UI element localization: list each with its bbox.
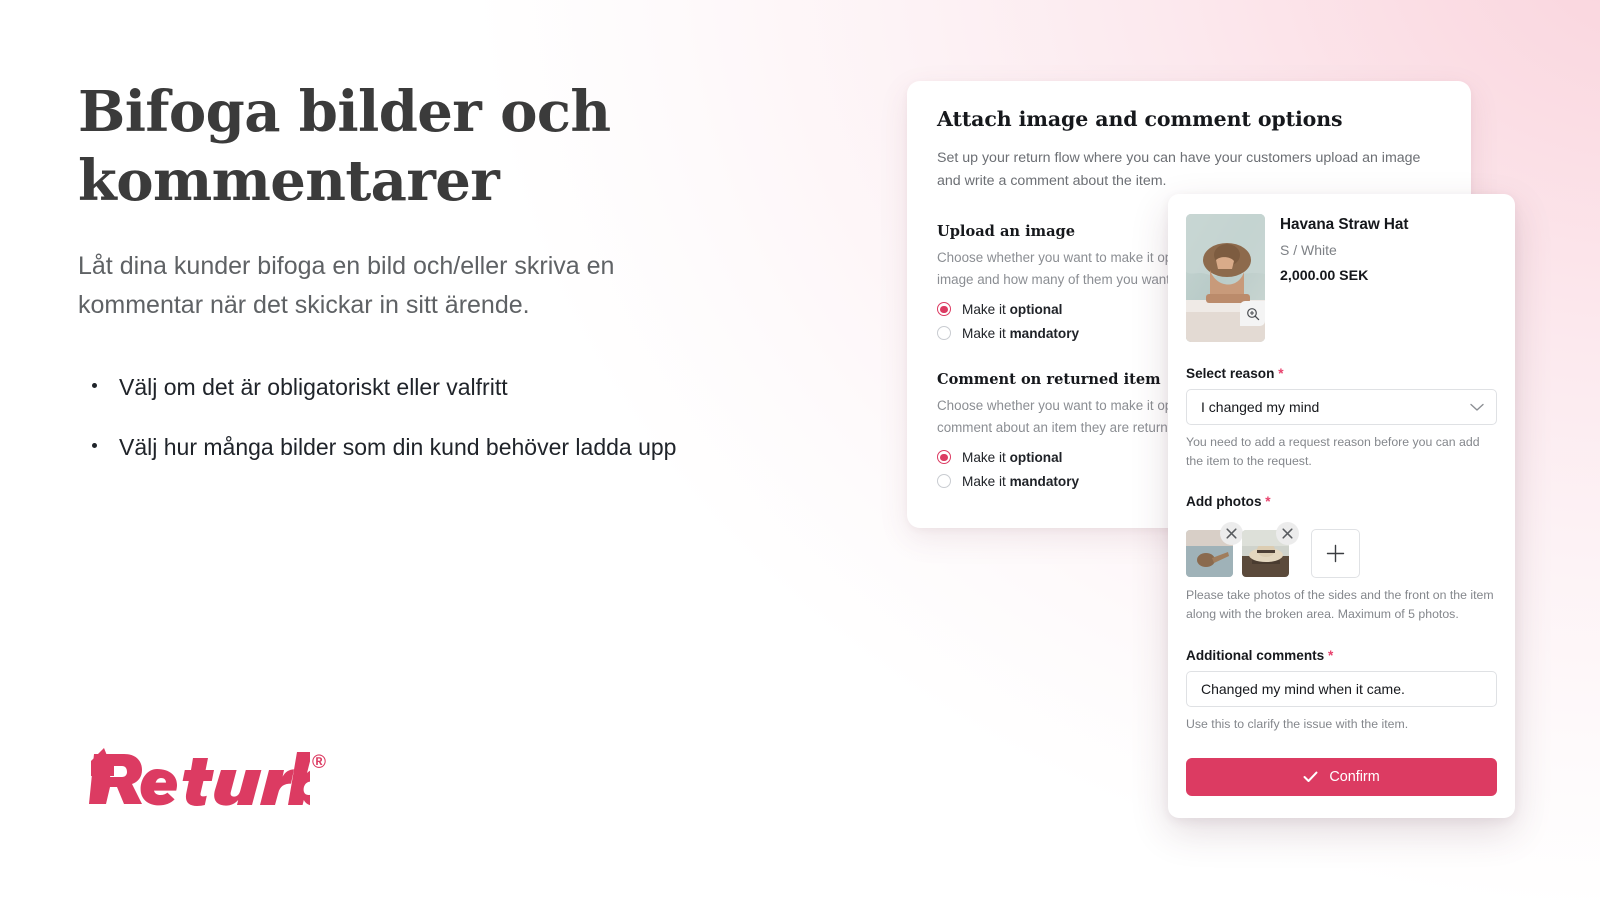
list-item-label: Välj om det är obligatoriskt eller valfr… [119, 373, 508, 400]
additional-comments-value: Changed my mind when it came. [1201, 680, 1405, 697]
radio-option-label: Make it optional [962, 301, 1063, 317]
select-reason-block: Select reason * I changed my mind You ne… [1186, 366, 1497, 470]
add-photos-help: Please take photos of the sides and the … [1186, 588, 1494, 622]
returbo-wordmark-icon [89, 748, 310, 806]
add-photos-block: Add photos * Please take photos of the s… [1186, 494, 1497, 623]
close-icon[interactable] [1220, 522, 1243, 546]
page-background: Bifoga bilder och kommentarer Låt dina k… [0, 0, 1600, 900]
radio-dot-icon[interactable] [937, 302, 951, 317]
radio-dot-icon[interactable] [937, 326, 951, 341]
product-summary: Havana Straw Hat S / White 2,000.00 SEK [1186, 214, 1497, 342]
photo-thumbnail-row [1186, 522, 1497, 579]
additional-comments-label: Additional comments * [1186, 647, 1334, 663]
hero-section: Bifoga bilder och kommentarer Låt dina k… [78, 78, 778, 489]
product-variant: S / White [1280, 242, 1337, 258]
plus-icon [1326, 545, 1345, 563]
page-subtitle: Låt dina kunder bifoga en bild och/eller… [78, 251, 615, 320]
confirm-button-label: Confirm [1329, 769, 1380, 786]
radio-dot-icon[interactable] [937, 450, 951, 465]
radio-dot-icon[interactable] [937, 474, 951, 489]
list-item: Välj hur många bilder som din kund behöv… [78, 428, 738, 468]
add-photos-label: Add photos * [1186, 494, 1271, 510]
select-reason-value: I changed my mind [1201, 399, 1320, 415]
radio-option-label: Make it mandatory [962, 473, 1080, 489]
required-marker: * [1265, 494, 1271, 510]
returbo-logo: ® [78, 748, 326, 806]
product-price: 2,000.00 SEK [1280, 268, 1369, 284]
uploaded-photo-item[interactable] [1186, 522, 1243, 578]
close-icon[interactable] [1276, 522, 1299, 546]
confirm-button[interactable]: Confirm [1186, 758, 1497, 797]
bullet-dot-icon [92, 443, 97, 449]
check-icon [1303, 772, 1318, 783]
required-marker: * [1328, 647, 1334, 663]
select-reason-help: You need to add a request reason before … [1186, 435, 1480, 468]
magnifier-plus-icon[interactable] [1240, 301, 1265, 326]
chevron-down-icon[interactable] [1470, 399, 1484, 415]
select-reason-label: Select reason * [1186, 366, 1284, 381]
list-item: Välj om det är obligatoriskt eller valfr… [78, 368, 738, 408]
add-photo-button[interactable] [1311, 529, 1360, 579]
page-title: Bifoga bilder och kommentarer [78, 79, 611, 215]
select-reason-dropdown[interactable]: I changed my mind [1186, 389, 1497, 425]
product-thumbnail[interactable] [1186, 214, 1265, 342]
panel-description: Set up your return flow where you can ha… [937, 150, 1421, 189]
bullet-dot-icon [92, 382, 97, 388]
additional-comments-input[interactable]: Changed my mind when it came. [1186, 670, 1497, 707]
radio-option-label: Make it optional [962, 449, 1063, 465]
required-marker: * [1278, 366, 1284, 381]
return-request-card: Havana Straw Hat S / White 2,000.00 SEK … [1168, 194, 1515, 818]
panel-title: Attach image and comment options [937, 107, 1343, 131]
additional-comments-block: Additional comments * Changed my mind wh… [1186, 648, 1497, 734]
feature-bullet-list: Välj om det är obligatoriskt eller valfr… [78, 368, 738, 468]
uploaded-photo-item[interactable] [1242, 522, 1299, 578]
product-details: Havana Straw Hat S / White 2,000.00 SEK [1280, 214, 1408, 342]
registered-trademark: ® [312, 752, 326, 773]
list-item-label: Välj hur många bilder som din kund behöv… [119, 434, 677, 461]
radio-option-label: Make it mandatory [962, 325, 1080, 341]
additional-comments-help: Use this to clarify the issue with the i… [1186, 716, 1409, 731]
product-name: Havana Straw Hat [1280, 216, 1409, 233]
